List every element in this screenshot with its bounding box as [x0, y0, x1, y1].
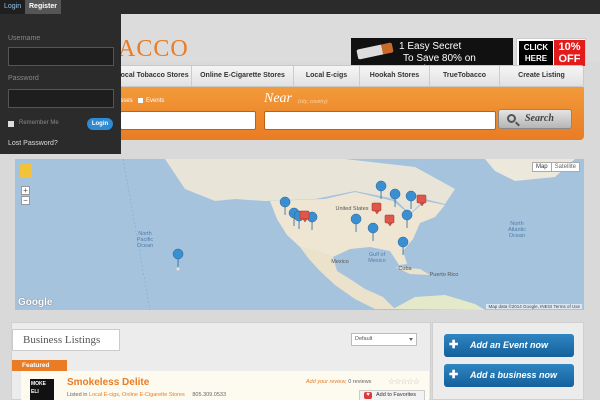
- nav-item-online-ecig[interactable]: Online E-Cigarette Stores: [192, 66, 294, 86]
- ad-banner-smokes[interactable]: 1 Easy Secret To Save 80% on Smokes: [351, 38, 513, 75]
- nav-item-hookah[interactable]: Hookah Stores: [360, 66, 430, 86]
- listing-card: MOKE ELI Smokeless Delite Listed in Loca…: [21, 371, 429, 400]
- listings-map[interactable]: United States Mexico North Pacific Ocean…: [15, 159, 584, 310]
- add-review-link[interactable]: Add your review,: [306, 379, 347, 385]
- plus-icon: ✚: [449, 339, 459, 351]
- near-label: Near: [264, 91, 292, 106]
- street-view-pegman-icon[interactable]: [20, 164, 32, 178]
- login-button[interactable]: Login: [87, 118, 113, 130]
- site-logo[interactable]: ACCO: [118, 36, 189, 62]
- search-keyword-input[interactable]: [120, 111, 256, 130]
- nav-item-truetobacco[interactable]: TrueTobacco: [430, 66, 500, 86]
- heart-icon: ♥: [364, 392, 372, 399]
- listing-phone: 805.309.0533: [192, 392, 227, 398]
- listing-meta: Listed in Local E-cigs, Online E-Cigaret…: [67, 392, 226, 398]
- search-icon: [507, 114, 516, 123]
- login-dropdown: Username Password Remember Me Login Lost…: [0, 14, 121, 154]
- nav-item-local-ecigs[interactable]: Local E-cigs: [294, 66, 360, 86]
- ad-banner-discount[interactable]: CLICK HERE 10% OFF: [516, 38, 586, 66]
- add-to-favorites-label: Add to Favorites: [376, 392, 417, 398]
- map-markers: [172, 180, 427, 268]
- add-event-button[interactable]: ✚ Add an Event now: [444, 334, 574, 357]
- search-button[interactable]: Search: [498, 109, 572, 129]
- google-logo: Google: [18, 297, 53, 308]
- ad-click-here: CLICK HERE: [519, 41, 553, 65]
- password-input[interactable]: [8, 89, 114, 108]
- plus-icon: ✚: [449, 369, 459, 381]
- lost-password-link[interactable]: Lost Password?: [8, 140, 58, 147]
- password-label: Password: [8, 75, 39, 82]
- add-business-label: Add a business now: [470, 370, 558, 380]
- business-listings: Business Listings Default Featured MOKE …: [11, 322, 431, 400]
- review-count: 0 reviews: [348, 379, 372, 385]
- map-type-map[interactable]: Map: [533, 163, 551, 171]
- chevron-down-icon: [409, 338, 413, 341]
- sort-select-value: Default: [355, 336, 373, 342]
- sort-select[interactable]: Default: [351, 333, 417, 346]
- top-bar: Login Register: [0, 0, 600, 14]
- sidebar-actions: ✚ Add an Event now ✚ Add a business now: [432, 322, 584, 400]
- add-event-label: Add an Event now: [470, 340, 549, 350]
- events-checkbox[interactable]: [138, 98, 144, 103]
- zoom-in-button[interactable]: +: [21, 186, 30, 195]
- username-input[interactable]: [8, 47, 114, 66]
- listing-thumbnail[interactable]: MOKE ELI: [30, 379, 54, 400]
- map-type-satellite[interactable]: Satellite: [550, 163, 579, 171]
- cigarette-icon: [356, 42, 394, 60]
- listing-name[interactable]: Smokeless Delite: [67, 377, 149, 388]
- ad-percent-off: 10% OFF: [554, 40, 585, 66]
- listing-reviews: Add your review, 0 reviews: [306, 379, 371, 385]
- rating-stars: ☆☆☆☆☆: [388, 377, 420, 386]
- map-type-control: Map Satellite: [531, 162, 580, 172]
- featured-badge: Featured: [12, 360, 67, 371]
- events-label: Events: [146, 98, 165, 105]
- remember-me-checkbox[interactable]: [8, 121, 14, 127]
- search-location-input[interactable]: [264, 111, 496, 130]
- near-hint: (city, country): [298, 99, 328, 105]
- username-label: Username: [8, 35, 41, 42]
- login-tab[interactable]: Login: [0, 0, 25, 14]
- nav-item-create-listing[interactable]: Create Listing: [500, 66, 583, 86]
- search-button-label: Search: [525, 113, 554, 124]
- ad-line-1: 1 Easy Secret: [399, 41, 462, 52]
- add-to-favorites-button[interactable]: ♥ Add to Favorites: [359, 390, 425, 400]
- register-tab[interactable]: Register: [25, 0, 61, 14]
- main-nav: Local Tobacco Stores Online E-Cigarette …: [107, 65, 584, 87]
- zoom-out-button[interactable]: −: [21, 196, 30, 205]
- listing-categories[interactable]: Local E-cigs, Online E-Cigarette Stores: [89, 392, 185, 398]
- search-type-options: esses Events: [117, 98, 164, 104]
- add-business-button[interactable]: ✚ Add a business now: [444, 364, 574, 387]
- listed-in-label: Listed in: [67, 392, 88, 398]
- listings-heading: Business Listings: [12, 329, 120, 351]
- remember-me-label: Remember Me: [19, 120, 59, 126]
- map-attribution[interactable]: Map data ©2014 Google, INEGI Terms of Us…: [486, 304, 582, 309]
